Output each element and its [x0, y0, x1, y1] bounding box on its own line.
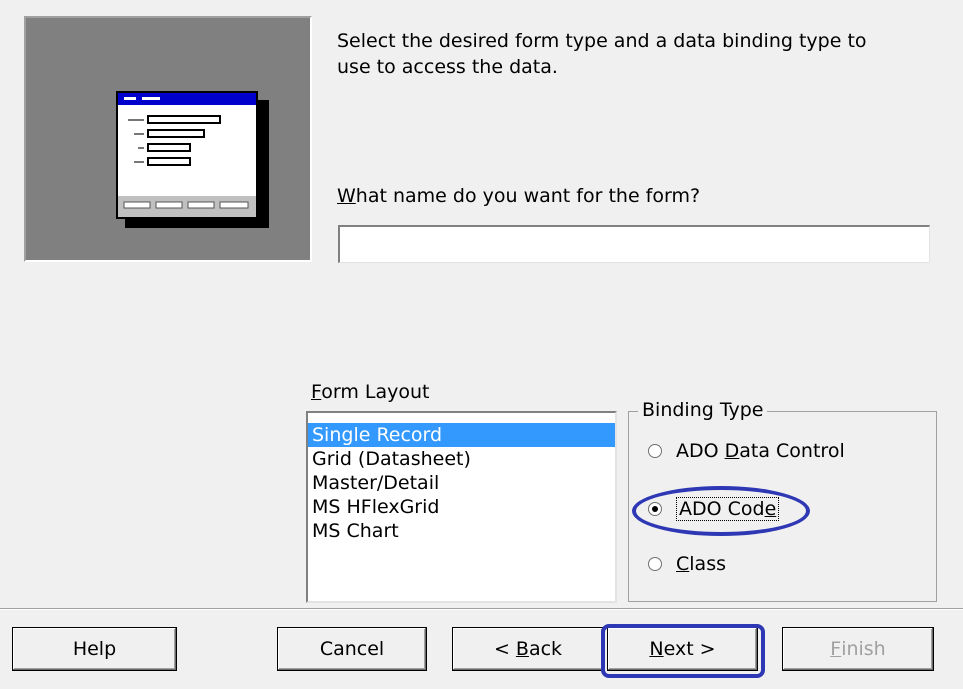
instructions-text: Select the desired form type and a data …: [337, 30, 867, 78]
list-item-ms-chart[interactable]: MS Chart: [308, 519, 615, 543]
radio-ado-data-control[interactable]: ADO Data Control: [648, 440, 845, 462]
radio-button-icon[interactable]: [648, 444, 662, 458]
form-layout-label-rest: orm Layout: [321, 381, 430, 403]
list-item-ms-hflexgrid[interactable]: MS HFlexGrid: [308, 495, 615, 519]
form-illustration-icon: [116, 91, 269, 228]
radio-label-class: Class: [676, 553, 727, 575]
radio-label-ado-data-control: ADO Data Control: [676, 440, 845, 462]
form-name-label-rest: hat name do you want for the form?: [355, 185, 701, 207]
list-item-grid-datasheet[interactable]: Grid (Datasheet): [308, 447, 615, 471]
binding-type-legend: Binding Type: [638, 399, 768, 421]
radio-class[interactable]: Class: [648, 553, 726, 575]
list-item-single-record[interactable]: Single Record: [308, 423, 615, 447]
radio-label-ado-code: ADO Code: [676, 497, 780, 521]
help-button[interactable]: Help: [12, 627, 177, 671]
form-name-input[interactable]: [338, 225, 930, 263]
radio-button-selected-icon[interactable]: [648, 502, 662, 516]
back-button[interactable]: < Back: [452, 627, 604, 671]
radio-ado-code[interactable]: ADO Code: [648, 497, 780, 521]
wizard-picture: [24, 16, 312, 262]
form-name-label-accel: W: [337, 185, 356, 207]
dialog-separator: [0, 608, 963, 610]
form-layout-label-accel: F: [311, 381, 322, 403]
finish-button: Finish: [782, 627, 934, 671]
next-button[interactable]: Next >: [607, 627, 758, 671]
list-item-master-detail[interactable]: Master/Detail: [308, 471, 615, 495]
form-layout-label: Form Layout: [311, 381, 430, 403]
form-name-label: What name do you want for the form?: [337, 185, 700, 207]
form-layout-listbox[interactable]: Single Record Grid (Datasheet) Master/De…: [306, 411, 617, 603]
radio-button-icon[interactable]: [648, 557, 662, 571]
cancel-button[interactable]: Cancel: [277, 627, 427, 671]
